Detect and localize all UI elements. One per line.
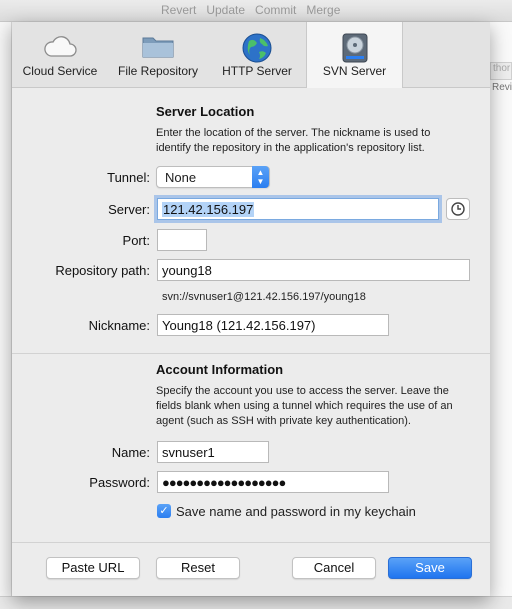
- server-field[interactable]: 121.42.156.197: [157, 198, 439, 220]
- hard-drive-icon: [342, 33, 367, 63]
- background-toolbar: Revert Update Commit Merge: [0, 0, 512, 22]
- dialog-footer: Paste URL Reset Cancel Save: [12, 542, 490, 596]
- tab-label: SVN Server: [322, 64, 387, 78]
- url-preview: svn://svnuser1@121.42.156.197/young18: [162, 291, 366, 303]
- tunnel-value: None: [165, 170, 197, 185]
- popup-arrows-icon: ▲ ▼: [252, 166, 269, 188]
- revert-menu-item: Revert: [161, 3, 197, 17]
- cloud-icon: [44, 36, 77, 57]
- tab-cloud-service[interactable]: Cloud Service: [12, 22, 108, 88]
- account-information-heading: Account Information: [156, 362, 284, 377]
- tab-label: Cloud Service: [22, 64, 98, 78]
- nickname-label: Nickname:: [88, 318, 150, 333]
- tab-svn-server[interactable]: SVN Server: [306, 22, 403, 89]
- background-column-header: thor: [490, 62, 512, 80]
- reset-button[interactable]: Reset: [156, 557, 240, 579]
- repository-path-field[interactable]: young18: [157, 259, 470, 281]
- tab-http-server[interactable]: HTTP Server: [208, 22, 306, 88]
- merge-menu-item: Merge: [306, 3, 341, 17]
- server-label: Server:: [108, 202, 150, 217]
- background-status-bar: [0, 596, 512, 609]
- add-repository-sheet: Cloud Service File Repository HTTP Serve…: [12, 22, 490, 596]
- password-label: Password:: [89, 475, 150, 490]
- tab-label: HTTP Server: [222, 64, 292, 78]
- tab-bar: Cloud Service File Repository HTTP Serve…: [12, 22, 490, 89]
- name-field[interactable]: svnuser1: [157, 441, 269, 463]
- port-label: Port:: [122, 233, 150, 248]
- save-button[interactable]: Save: [388, 557, 472, 579]
- recent-servers-button[interactable]: [446, 198, 470, 220]
- commit-menu-item: Commit: [255, 3, 297, 17]
- server-location-heading: Server Location: [156, 104, 255, 119]
- server-form: Server Location Enter the location of th…: [12, 88, 490, 542]
- account-information-description: Specify the account you use to access th…: [156, 385, 453, 427]
- background-left-pane: [0, 22, 12, 609]
- background-cell: Revis: [492, 82, 512, 93]
- tab-file-repository[interactable]: File Repository: [108, 22, 208, 88]
- server-location-description: Enter the location of the server. The ni…: [156, 127, 431, 154]
- paste-url-button[interactable]: Paste URL: [46, 557, 140, 579]
- background-right-pane: thor Revis: [490, 22, 512, 609]
- tunnel-label: Tunnel:: [107, 170, 150, 185]
- cancel-button[interactable]: Cancel: [292, 557, 376, 579]
- section-divider: [12, 353, 490, 354]
- folder-icon: [142, 37, 174, 58]
- password-field[interactable]: ●●●●●●●●●●●●●●●●●●: [157, 471, 389, 493]
- globe-icon: [242, 33, 272, 63]
- clock-icon: [451, 202, 465, 216]
- tab-label: File Repository: [117, 64, 199, 78]
- update-menu-item: Update: [206, 3, 246, 17]
- repository-path-label: Repository path:: [55, 263, 150, 278]
- server-value: 121.42.156.197: [162, 202, 255, 217]
- name-label: Name:: [111, 445, 150, 460]
- keychain-label: Save name and password in my keychain: [176, 504, 416, 519]
- tunnel-popup[interactable]: None ▲ ▼: [156, 166, 270, 188]
- nickname-field[interactable]: Young18 (121.42.156.197): [157, 314, 389, 336]
- port-field[interactable]: [157, 229, 207, 251]
- keychain-checkbox[interactable]: ✓: [157, 504, 171, 518]
